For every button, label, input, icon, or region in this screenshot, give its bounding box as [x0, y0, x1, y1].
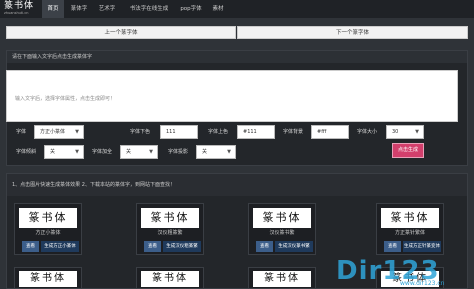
pager-bar: 上一个篆字体 下一个篆字体: [6, 26, 468, 39]
font-card[interactable]: 篆书体: [248, 267, 316, 289]
color-input[interactable]: #111: [237, 125, 275, 139]
font-card[interactable]: 篆书体: [136, 267, 204, 289]
bold-select-value: 关: [126, 149, 132, 155]
nav-item-zhuanti[interactable]: 篆体字: [66, 0, 92, 18]
results-heading: 1、点击图片快速生成篆体效果 2、下载本站的篆体字，到网站下面查找！: [7, 174, 467, 196]
fontsize-label: 字体大小: [357, 129, 378, 135]
logo-title: 篆书体: [4, 1, 35, 11]
chevron-down-icon: ▼: [227, 149, 231, 155]
tilt-select[interactable]: 关 ▼: [44, 145, 84, 159]
tilt-label: 字体倾斜: [16, 149, 37, 155]
bold-label: 字体加全: [92, 149, 113, 155]
chevron-down-icon: ▼: [75, 149, 79, 155]
bg-label: 字体背景: [283, 129, 304, 135]
shadow-select-value: 关: [202, 149, 208, 155]
font-label: 字体: [16, 129, 27, 135]
font-sample-image[interactable]: 篆书体: [253, 271, 311, 287]
nav-item-material[interactable]: 素材: [208, 0, 228, 18]
font-select-value: 方正小篆体: [40, 129, 66, 135]
font-card-name: 汉仪粗篆繁: [157, 230, 183, 236]
nav-item-calligraphy[interactable]: 书法字在线生成: [124, 0, 174, 18]
bold-select[interactable]: 关 ▼: [120, 145, 158, 159]
generate-button[interactable]: 点击生成: [392, 143, 424, 158]
top-nav: 篆书体 zhuanshuti.cn 首页 篆体字 艺术字 书法字在线生成 pop…: [0, 0, 474, 18]
font-sample-image[interactable]: 篆书体: [141, 271, 199, 287]
font-card[interactable]: 篆书体 汉仪粗篆繁 查看 生成汉仪粗篆繁: [136, 203, 204, 255]
size-label: 字体下色: [130, 129, 151, 135]
view-button[interactable]: 查看: [22, 241, 39, 252]
view-button[interactable]: 查看: [256, 241, 273, 252]
font-card-name: 方正篆针繁体: [394, 230, 425, 236]
logo-subtitle: zhuanshuti.cn: [4, 11, 29, 15]
generate-font-button[interactable]: 生成汉仪粗篆繁: [163, 241, 201, 252]
fontsize-select[interactable]: 30 ▼: [386, 125, 424, 139]
view-button[interactable]: 查看: [144, 241, 161, 252]
nav-item-art[interactable]: 艺术字: [94, 0, 120, 18]
nav-item-home[interactable]: 首页: [42, 0, 64, 18]
generate-font-button[interactable]: 生成方正针篆变体: [403, 241, 441, 252]
font-select[interactable]: 方正小篆体 ▼: [34, 125, 84, 139]
font-sample-image[interactable]: 篆书体: [381, 208, 439, 228]
font-card[interactable]: 篆书体: [14, 267, 82, 289]
nav-item-pop[interactable]: pop字体: [176, 0, 206, 18]
chevron-down-icon: ▼: [415, 129, 419, 135]
font-card[interactable]: 篆书体 汉仪篆书繁 查看 生成汉仪篆书繁: [248, 203, 316, 255]
font-card[interactable]: 篆书体 方正小篆体 查看 生成方正小篆体: [14, 203, 82, 255]
tilt-select-value: 关: [50, 149, 56, 155]
size-input[interactable]: 111: [160, 125, 198, 139]
font-card-name: 汉仪篆书繁: [269, 230, 295, 236]
color-label: 字体上色: [208, 129, 229, 135]
shadow-label: 字体投影: [168, 149, 189, 155]
view-button[interactable]: 查看: [384, 241, 401, 252]
font-sample-image[interactable]: 篆书体: [141, 208, 199, 228]
next-font-button[interactable]: 下一个篆字体: [237, 26, 468, 39]
chevron-down-icon: ▼: [149, 149, 153, 155]
input-panel-heading: 请在下面输入文字后点击生成篆体字: [7, 51, 467, 63]
prev-font-button[interactable]: 上一个篆字体: [6, 26, 236, 39]
chevron-down-icon: ▼: [75, 129, 79, 135]
font-card[interactable]: 篆书体 方正篆针繁体 查看 生成方正针篆变体: [376, 203, 444, 255]
shadow-select[interactable]: 关 ▼: [196, 145, 236, 159]
font-sample-image[interactable]: 篆书体: [19, 208, 77, 228]
generate-font-button[interactable]: 生成汉仪篆书繁: [275, 241, 313, 252]
text-input[interactable]: 输入文字后，选择字体属性，点击生成即可！: [6, 70, 458, 122]
site-logo[interactable]: 篆书体 zhuanshuti.cn: [4, 1, 38, 17]
font-sample-image[interactable]: 篆书体: [19, 271, 77, 287]
bg-input[interactable]: #fff: [311, 125, 349, 139]
generate-font-button[interactable]: 生成方正小篆体: [41, 241, 79, 252]
fontsize-select-value: 30: [392, 129, 399, 135]
watermark-url: www.dir123.cn: [400, 280, 445, 287]
font-sample-image[interactable]: 篆书体: [253, 208, 311, 228]
font-card-name: 方正小篆体: [35, 230, 61, 236]
